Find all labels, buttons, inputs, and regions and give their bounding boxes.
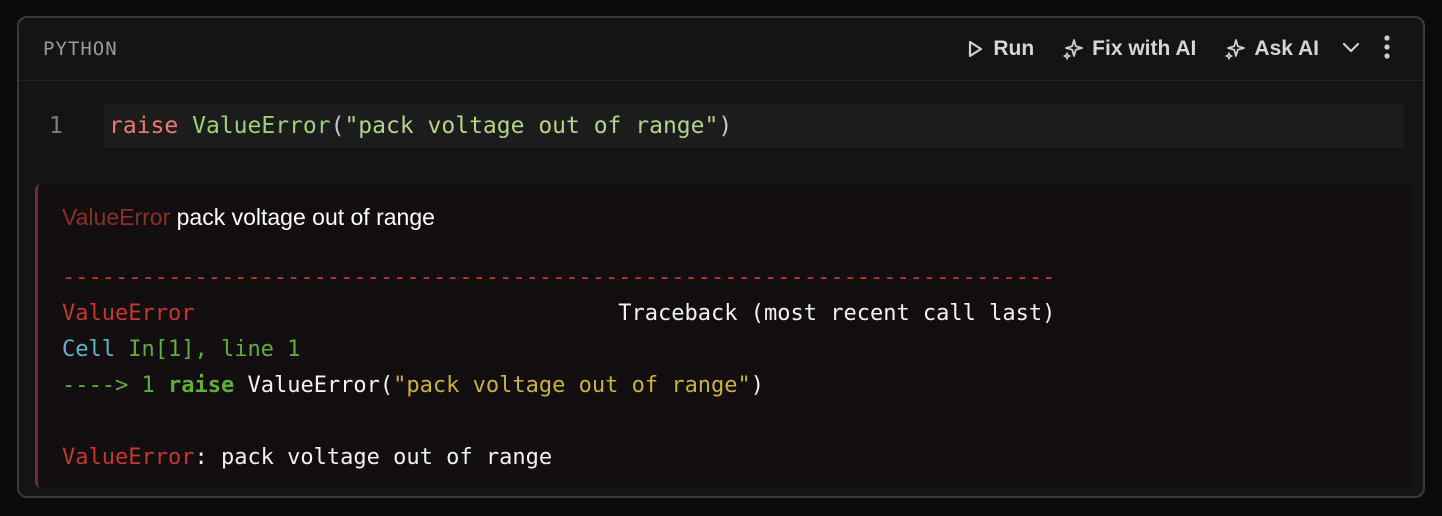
kebab-menu-icon xyxy=(1383,34,1391,65)
error-summary-message: pack voltage out of range xyxy=(176,204,435,230)
collapse-button[interactable] xyxy=(1333,29,1369,69)
traceback-func: ValueError( xyxy=(247,373,394,398)
traceback-cell-ref: In[1], line 1 xyxy=(128,337,301,362)
traceback-final-line: ValueError: pack voltage out of range xyxy=(62,440,552,476)
traceback-keyword: raise xyxy=(167,373,235,398)
code-close-paren: ) xyxy=(718,113,733,139)
more-options-button[interactable] xyxy=(1369,29,1405,69)
code-editor[interactable]: 1 raise ValueError("pack voltage out of … xyxy=(19,81,1423,176)
error-summary: ValueError pack voltage out of range xyxy=(62,204,435,231)
code-cell: PYTHON Run Fix with AI Ask AI 1 raise Va… xyxy=(17,16,1425,498)
traceback-line-number: 1 xyxy=(141,373,155,398)
traceback-separator: ----------------------------------------… xyxy=(62,265,1056,290)
traceback-header-text: Traceback (most recent call last) xyxy=(618,301,1056,326)
language-label: PYTHON xyxy=(43,38,118,60)
traceback-code-line: ----> 1 raise ValueError("pack voltage o… xyxy=(62,368,764,404)
sparkle-icon xyxy=(1224,38,1246,60)
code-function: ValueError xyxy=(192,113,331,139)
line-number: 1 xyxy=(49,113,63,139)
run-label: Run xyxy=(993,37,1035,60)
ask-ai-label: Ask AI xyxy=(1254,37,1319,60)
fix-with-ai-label: Fix with AI xyxy=(1092,37,1197,60)
traceback-final-colon: : xyxy=(194,445,208,470)
error-summary-name: ValueError xyxy=(62,204,171,230)
run-button[interactable]: Run xyxy=(951,29,1048,69)
traceback-arrow: ----> xyxy=(62,373,129,398)
ask-ai-button[interactable]: Ask AI xyxy=(1210,29,1333,69)
sparkle-icon xyxy=(1062,38,1084,60)
traceback-header-spacer xyxy=(194,301,618,326)
code-string: "pack voltage out of range" xyxy=(344,113,719,139)
traceback-cell-label: Cell xyxy=(62,337,115,362)
error-output: ValueError pack voltage out of range ---… xyxy=(35,184,1411,488)
traceback-close: ) xyxy=(750,373,765,398)
code-keyword: raise xyxy=(109,113,179,139)
traceback-header-error: ValueError xyxy=(62,301,195,326)
fix-with-ai-button[interactable]: Fix with AI xyxy=(1048,29,1210,69)
cell-header: PYTHON Run Fix with AI Ask AI xyxy=(19,18,1423,81)
traceback-header: ValueError Traceback (most recent call l… xyxy=(62,296,1055,332)
traceback-final-error: ValueError xyxy=(62,445,195,470)
traceback-string: "pack voltage out of range" xyxy=(393,373,751,398)
play-icon xyxy=(965,39,985,59)
traceback-final-message: pack voltage out of range xyxy=(207,445,553,470)
code-line[interactable]: raise ValueError("pack voltage out of ra… xyxy=(104,104,1404,148)
traceback-cell-line: Cell In[1], line 1 xyxy=(62,332,300,368)
code-open-paren: ( xyxy=(330,113,345,139)
cell-toolbar: Run Fix with AI Ask AI xyxy=(951,18,1405,80)
chevron-down-icon xyxy=(1341,37,1361,62)
